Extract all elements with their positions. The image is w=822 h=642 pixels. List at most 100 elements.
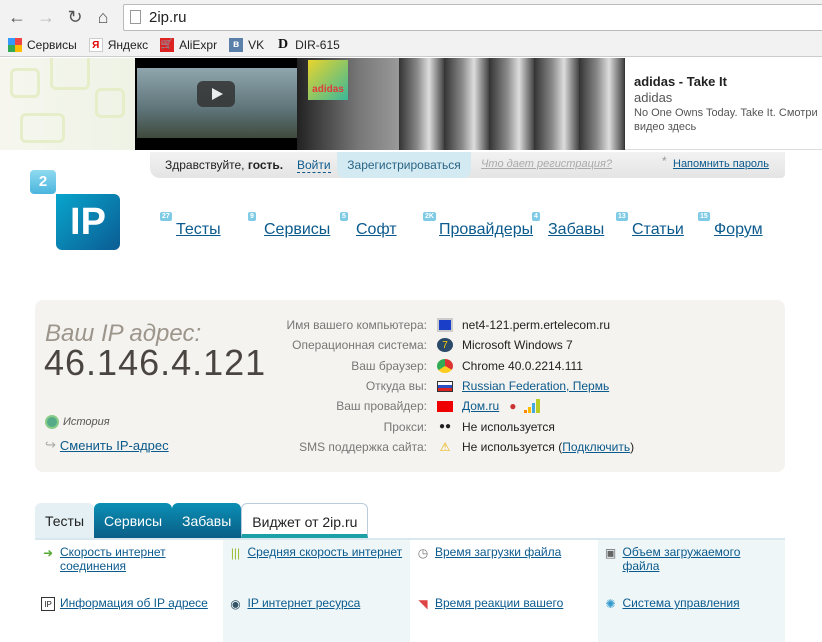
- cms-icon: ✺: [605, 597, 616, 611]
- ip-resource-icon: ◉: [230, 597, 241, 611]
- nav-link[interactable]: Форум: [714, 221, 763, 238]
- home-icon[interactable]: ⌂: [92, 7, 114, 28]
- location-link[interactable]: Russian Federation, Пермь: [462, 379, 609, 393]
- register-button[interactable]: Зарегистрироваться: [337, 152, 471, 178]
- logo-2[interactable]: 2: [30, 170, 56, 194]
- nav-link[interactable]: Тесты: [176, 221, 221, 238]
- nav-providers[interactable]: 2K Провайдеры: [423, 212, 533, 239]
- user-bar: Здравствуйте, гость. Войти Зарегистриров…: [150, 152, 785, 178]
- bookmark-label: AliExpr: [179, 37, 218, 52]
- ad-description: No One Owns Today. Take It. Смотри: [634, 107, 818, 119]
- nav-fun[interactable]: 4 Забавы: [532, 212, 616, 239]
- tab-widget[interactable]: Виджет от 2ip.ru: [241, 503, 369, 538]
- tab-fun[interactable]: Забавы: [172, 503, 242, 538]
- connect-sms-link[interactable]: Подключить: [562, 440, 630, 454]
- service-link[interactable]: Объем загружаемого файла: [623, 545, 780, 586]
- change-ip-link[interactable]: ↪ Сменить IP-адрес: [45, 437, 169, 453]
- service-item[interactable]: ✺ Система управления: [597, 591, 785, 642]
- bookmark-aliexpress[interactable]: 🛒 AliExpr: [160, 37, 218, 52]
- main-nav: 27 Тесты 9 Сервисы 5 Софт 2K Провайдеры 4 Заб…: [160, 212, 763, 239]
- ad-banner[interactable]: adidas adidas - Take It adidas No One Ow…: [0, 58, 822, 150]
- ad-image: [399, 58, 625, 150]
- bookmark-services[interactable]: Сервисы: [8, 37, 77, 52]
- service-item[interactable]: ➜ Скорость интернет соединения: [35, 540, 223, 591]
- service-link[interactable]: Время загрузки файла: [435, 545, 561, 586]
- response-time-icon: ◥: [418, 597, 428, 611]
- service-link[interactable]: Система управления: [623, 596, 740, 637]
- ip-panel: Ваш IP адрес: 46.146.4.121 История ↪ Смен…: [35, 300, 785, 472]
- nav-soft[interactable]: 5 Софт: [340, 212, 412, 239]
- provider-link[interactable]: Дом.ru: [462, 399, 499, 413]
- nav-count-badge: 15: [698, 212, 710, 221]
- service-link[interactable]: IP интернет ресурса: [248, 596, 361, 637]
- info-row-provider: Ваш провайдер: Дом.ru ●: [255, 396, 634, 416]
- service-item[interactable]: ◥ Время реакции вашего: [410, 591, 598, 642]
- service-tabs: Тесты Сервисы Забавы Виджет от 2ip.ru: [35, 503, 369, 538]
- service-link[interactable]: Скорость интернет соединения: [60, 545, 217, 586]
- bookmark-dir615[interactable]: D DIR-615: [276, 36, 340, 52]
- logo-ip[interactable]: IP: [56, 194, 120, 250]
- nav-count-badge: 2K: [423, 212, 436, 221]
- history-label: История: [63, 416, 110, 428]
- computer-icon: [437, 318, 453, 333]
- bookmarks-bar: Сервисы Я Яндекс 🛒 AliExpr в VK D DIR-615: [0, 33, 822, 57]
- ad-title[interactable]: adidas - Take It: [634, 74, 822, 89]
- ad-description-2: видео здесь: [634, 121, 697, 133]
- service-item[interactable]: ◷ Время загрузки файла: [410, 540, 598, 591]
- address-bar[interactable]: 2ip.ru: [123, 4, 822, 31]
- back-icon[interactable]: ←: [6, 7, 28, 28]
- ad-video-thumbnail[interactable]: [135, 58, 297, 150]
- info-value: Не используется: [462, 419, 555, 434]
- nav-link[interactable]: Сервисы: [264, 221, 330, 238]
- average-speed-icon: |||: [230, 546, 241, 560]
- tab-services[interactable]: Сервисы: [94, 503, 173, 538]
- bookmark-yandex[interactable]: Я Яндекс: [88, 37, 148, 52]
- forward-icon[interactable]: →: [35, 7, 57, 28]
- play-icon[interactable]: [197, 81, 235, 107]
- signal-bars-icon[interactable]: [524, 399, 541, 414]
- glasses-icon: ●●: [438, 421, 452, 433]
- nav-link[interactable]: Софт: [356, 221, 397, 238]
- service-item[interactable]: IP Информация об IP адресе: [35, 591, 223, 642]
- info-label: SMS поддержка сайта:: [299, 439, 427, 454]
- service-item[interactable]: ||| Средняя скорость интернет: [222, 540, 410, 591]
- nav-link[interactable]: Забавы: [548, 221, 604, 238]
- url-text[interactable]: 2ip.ru: [149, 9, 187, 26]
- info-value-tail: ): [630, 439, 635, 454]
- history-link[interactable]: История: [45, 415, 110, 429]
- nav-tests[interactable]: 27 Тесты: [160, 212, 248, 239]
- remind-password-link[interactable]: Напомнить пароль: [673, 158, 769, 170]
- nav-link[interactable]: Провайдеры: [439, 221, 533, 238]
- nav-services[interactable]: 9 Сервисы: [248, 212, 340, 239]
- login-link[interactable]: Войти: [297, 158, 331, 173]
- ad-decoration: [0, 58, 135, 150]
- service-link[interactable]: Время реакции вашего: [435, 596, 563, 637]
- provider-rating-icon[interactable]: ●: [509, 399, 516, 413]
- vk-icon: в: [229, 37, 244, 52]
- service-item[interactable]: ▣ Объем загружаемого файла: [597, 540, 785, 591]
- service-item[interactable]: ◉ IP интернет ресурса: [222, 591, 410, 642]
- cart-icon: 🛒: [160, 37, 175, 52]
- info-label: Имя вашего компьютера:: [286, 318, 427, 333]
- service-link[interactable]: Средняя скорость интернет: [248, 545, 403, 586]
- nav-forum[interactable]: 15 Форум: [698, 212, 763, 239]
- greeting-text: Здравствуйте,: [165, 158, 248, 172]
- chrome-icon: [437, 358, 453, 373]
- bookmark-vk[interactable]: в VK: [229, 37, 264, 52]
- ip-info-icon: IP: [41, 597, 55, 611]
- dlink-icon: D: [278, 36, 289, 52]
- nav-count-badge: 4: [532, 212, 540, 221]
- apps-grid-icon: [8, 37, 22, 52]
- windows-icon: 7: [437, 338, 453, 353]
- tab-tests[interactable]: Тесты: [35, 503, 95, 538]
- reload-icon[interactable]: ↻: [64, 7, 86, 28]
- change-ip-label[interactable]: Сменить IP-адрес: [60, 438, 169, 453]
- nav-articles[interactable]: 13 Статьи: [616, 212, 698, 239]
- nav-link[interactable]: Статьи: [632, 221, 684, 238]
- why-register-link[interactable]: Что дает регистрация?: [481, 158, 612, 170]
- service-link[interactable]: Информация об IP адресе: [60, 596, 208, 637]
- info-value: net4-121.perm.ertelecom.ru: [462, 318, 611, 333]
- info-label: Прокси:: [383, 419, 427, 434]
- bookmark-label: DIR-615: [295, 37, 340, 52]
- arrow-icon: ↪: [45, 437, 56, 452]
